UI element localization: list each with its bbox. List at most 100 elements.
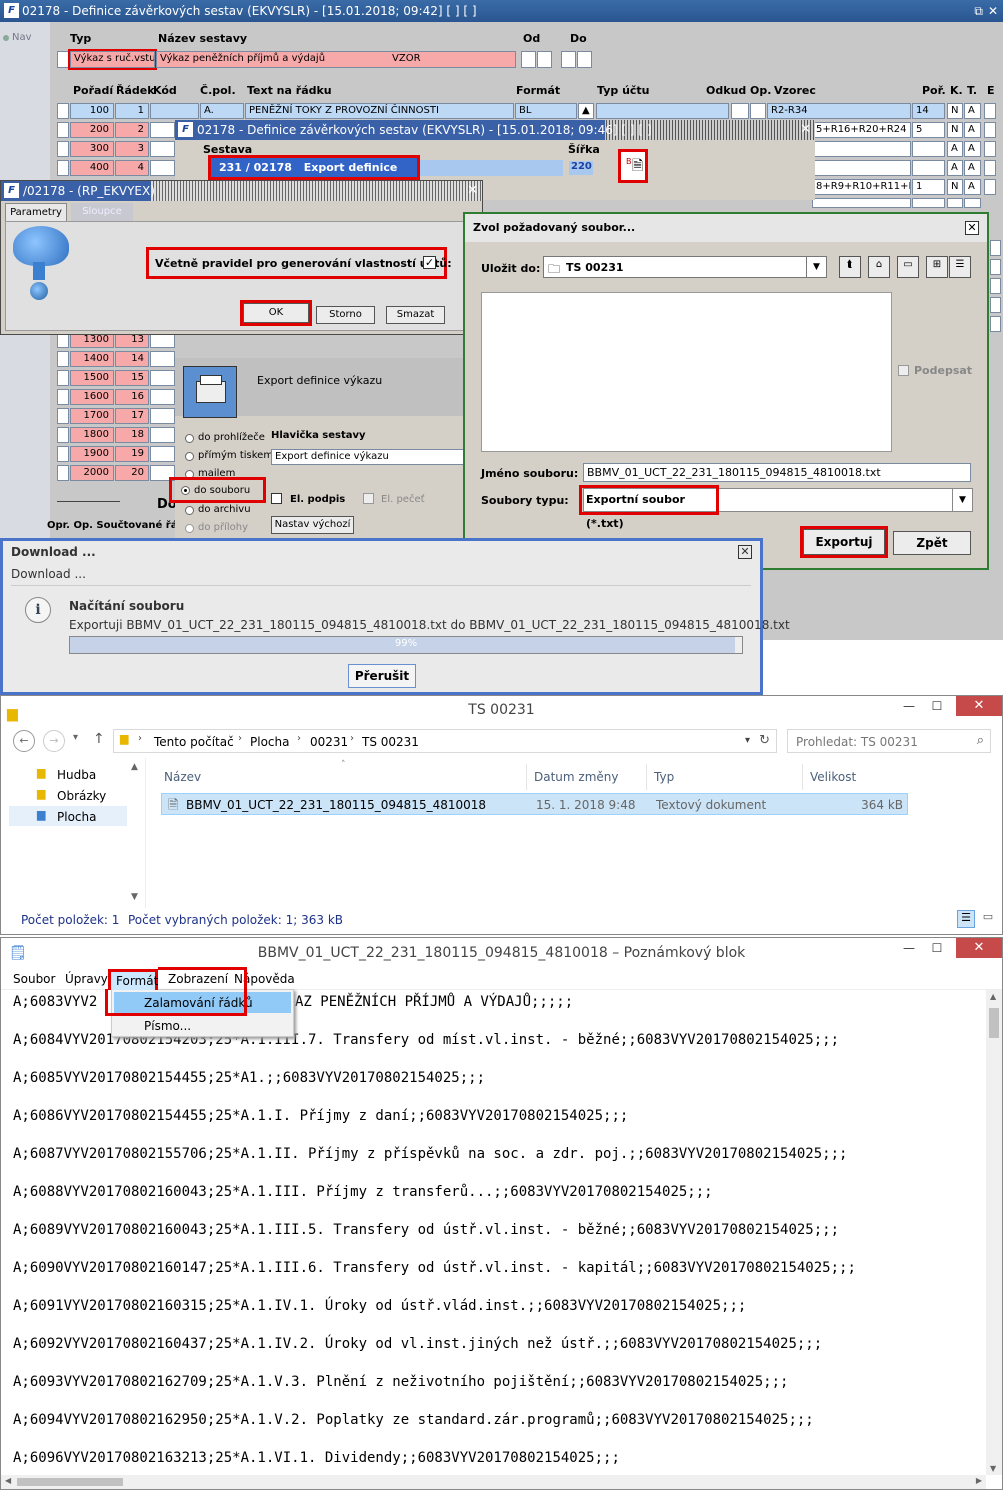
maximize-icon[interactable]: ☐ <box>924 696 950 716</box>
row-poradi[interactable]: 1500 <box>70 370 114 386</box>
vcetne-pravidel-row[interactable]: Včetně pravidel pro generování vlastnost… <box>146 247 452 279</box>
row-k[interactable]: A <box>947 160 963 176</box>
row-e[interactable] <box>990 297 1001 313</box>
row-e[interactable] <box>984 141 996 157</box>
row-radek[interactable]: 2 <box>115 122 149 138</box>
do-souboru-option[interactable]: do souboru <box>169 477 266 503</box>
close-icon[interactable]: ✕ <box>956 938 1002 958</box>
details-view-icon[interactable]: ☰ <box>957 910 975 928</box>
row-radek[interactable]: 4 <box>115 160 149 176</box>
row-e[interactable] <box>984 103 996 119</box>
sestava-selected[interactable]: 231 / 02178 Export definice výkazu <box>208 155 420 193</box>
home-icon[interactable]: ⌂ <box>868 256 890 278</box>
tab-sloupce[interactable]: Sloupce <box>71 203 133 221</box>
row-e[interactable] <box>984 160 996 176</box>
row-vzorec[interactable]: R2-R34 <box>767 103 911 119</box>
row-radek[interactable]: 14 <box>115 351 149 367</box>
row-kod[interactable] <box>150 389 175 405</box>
el-podpis-checkbox[interactable] <box>271 493 282 504</box>
row-kod[interactable] <box>150 351 175 367</box>
minimize-icon[interactable]: — <box>896 696 922 716</box>
list-view-icon[interactable]: ⊞ <box>926 256 948 278</box>
row-dropdown[interactable]: ▲ <box>578 103 594 119</box>
row-k[interactable] <box>947 198 963 208</box>
filename-input[interactable]: BBMV_01_UCT_22_231_180115_094815_4810018… <box>583 463 971 482</box>
row-checkbox[interactable] <box>57 465 69 481</box>
tiles-view-icon[interactable]: ▭ <box>979 910 997 928</box>
row-checkbox[interactable] <box>57 351 69 367</box>
row-e[interactable] <box>990 316 1001 332</box>
close-icon[interactable]: ✕ <box>965 221 979 235</box>
row-poradi[interactable]: 1400 <box>70 351 114 367</box>
radio-prohlizec[interactable] <box>185 434 194 443</box>
export-file-button[interactable]: B 🗎 <box>618 149 648 183</box>
row-por[interactable] <box>912 160 945 176</box>
row-checkbox[interactable] <box>57 103 69 119</box>
folder-select[interactable]: 🗀 TS 00231 ▼ <box>543 256 827 278</box>
od-field-2[interactable] <box>537 51 552 68</box>
close-icon[interactable]: ✕ <box>467 181 478 201</box>
row-typ-uctu[interactable] <box>596 103 729 119</box>
path-1[interactable]: Tento počítač <box>154 735 234 749</box>
sidebar-item-hudba[interactable]: ▆ Hudba <box>1 764 127 784</box>
row-checkbox[interactable] <box>57 370 69 386</box>
forward-icon[interactable]: → <box>43 730 65 752</box>
row-radek[interactable]: 15 <box>115 370 149 386</box>
path-3[interactable]: 00231 <box>310 735 348 749</box>
row-vzorec[interactable] <box>812 160 911 176</box>
row-por[interactable] <box>912 141 945 157</box>
row-poradi[interactable]: 300 <box>70 141 114 157</box>
row-text[interactable]: PENĚŽNÍ TOKY Z PROVOZNÍ ČINNOSTI <box>245 103 514 119</box>
ok-button[interactable]: OK <box>240 300 312 326</box>
row-radek[interactable]: 18 <box>115 427 149 443</box>
row-kod[interactable] <box>150 370 175 386</box>
close-icon[interactable]: ✕ <box>956 696 1002 716</box>
row-checkbox[interactable] <box>57 160 69 176</box>
filetype-value[interactable]: Exportní soubor (*.txt) <box>579 485 719 530</box>
row-radek[interactable]: 1 <box>115 103 149 119</box>
row-poradi[interactable]: 1900 <box>70 446 114 462</box>
el-pecet-checkbox[interactable] <box>363 493 374 504</box>
row-kod[interactable] <box>150 141 175 157</box>
details-view-icon[interactable]: ☰ <box>949 256 971 278</box>
up-icon[interactable]: ↑ <box>93 731 105 747</box>
nastav-vychozi-button[interactable]: Nastav výchozí <box>271 516 354 534</box>
radio-soubor[interactable] <box>181 486 190 495</box>
row-radek[interactable]: 16 <box>115 389 149 405</box>
row-k[interactable]: N <box>947 103 963 119</box>
row-por[interactable] <box>912 198 945 208</box>
row-por[interactable]: 1 <box>912 179 945 195</box>
row-kod[interactable] <box>150 103 199 119</box>
row-radek[interactable]: 3 <box>115 141 149 157</box>
row-t[interactable]: A <box>964 141 981 157</box>
row-checkbox[interactable] <box>57 122 69 138</box>
up-folder-icon[interactable]: ⮬ <box>839 256 861 278</box>
close-icon[interactable]: ✕ <box>800 120 811 140</box>
nazev-field[interactable]: Výkaz peněžních příjmů a výdajů VZOR <box>156 51 516 68</box>
row-e[interactable] <box>990 259 1001 275</box>
row-kod[interactable] <box>150 465 175 481</box>
row-vzorec[interactable]: 8+R9+R10+R11+R1 <box>812 179 911 195</box>
back-icon[interactable]: ← <box>13 730 35 752</box>
path-4[interactable]: TS 00231 <box>362 735 419 749</box>
row-e[interactable] <box>984 122 996 138</box>
path-2[interactable]: Plocha <box>250 735 289 749</box>
column-velikost[interactable]: Velikost <box>810 770 856 784</box>
row-poradi[interactable]: 1700 <box>70 408 114 424</box>
new-folder-icon[interactable]: ▭ <box>897 256 919 278</box>
notepad-text-area[interactable]: A;6083VYV2 AZ PENĚŽNÍCH PŘÍJMŮ A VÝDAJŮ;… <box>1 990 986 1475</box>
row-op[interactable] <box>750 103 766 119</box>
menu-upravy[interactable]: Úpravy <box>65 972 108 986</box>
row-poradi[interactable]: 100 <box>70 103 114 119</box>
do-field-2[interactable] <box>577 51 592 68</box>
row-k[interactable]: A <box>947 141 963 157</box>
row-format[interactable]: BL <box>515 103 577 119</box>
row-checkbox[interactable] <box>57 141 69 157</box>
radio-priloha[interactable] <box>185 524 194 533</box>
row-poradi[interactable]: 1800 <box>70 427 114 443</box>
column-datum[interactable]: Datum změny <box>534 770 619 784</box>
row-kod[interactable] <box>150 122 175 138</box>
menu-soubor[interactable]: Soubor <box>13 972 55 986</box>
sidebar-item-obrazky[interactable]: ▆ Obrázky <box>1 785 127 805</box>
tab-parametry[interactable]: Parametry <box>5 203 67 221</box>
